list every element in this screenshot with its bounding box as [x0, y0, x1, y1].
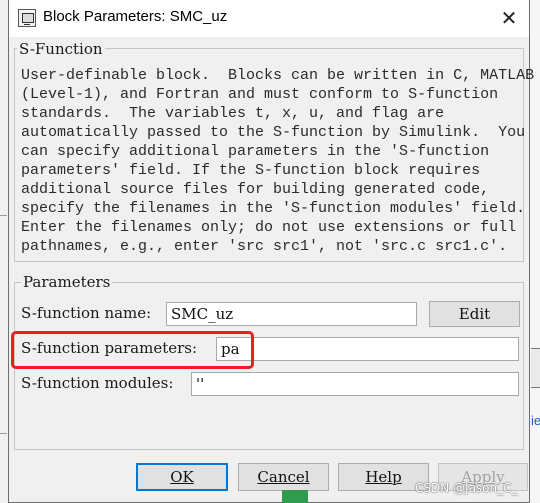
sfunction-modules-input[interactable]: '' [191, 372, 519, 396]
description-line: automatically passed to the S-function b… [21, 124, 526, 141]
ok-button[interactable]: OK [136, 463, 228, 491]
background-text: ie [531, 413, 540, 428]
description-line: additional source files for building gen… [21, 181, 490, 198]
background-divider [0, 433, 7, 434]
description-line: Enter the filenames only; do not use ext… [21, 219, 517, 236]
simulink-block-icon [18, 9, 36, 27]
description-line: (Level-1), and Fortran and must conform … [21, 86, 499, 103]
sfunction-description: User-definable block. Blocks can be writ… [21, 66, 534, 256]
red-highlight-box [11, 331, 254, 369]
description-line: standards. The variables t, x, u, and fl… [21, 105, 445, 122]
watermark: CSDN @Jason_C_ [415, 481, 518, 495]
window-title: Block Parameters: SMC_uz [43, 8, 228, 25]
background-panel [531, 348, 540, 388]
cancel-button-label: Cancel [257, 468, 310, 486]
close-button[interactable]: ✕ [496, 5, 522, 31]
background-taskbar-item [282, 490, 308, 503]
sfunction-parameters-input[interactable]: pa [216, 337, 519, 361]
description-line: User-definable block. Blocks can be writ… [21, 67, 535, 84]
parameters-group-title: Parameters [21, 273, 113, 291]
description-line: specify the filenames in the 'S-function… [21, 200, 526, 217]
edit-button[interactable]: Edit [429, 301, 520, 327]
help-button-label: Help [365, 468, 402, 486]
cancel-button[interactable]: Cancel [238, 463, 329, 491]
description-line: pathnames, e.g., enter 'src src1', not '… [21, 238, 508, 255]
ok-button-label: OK [170, 468, 194, 486]
sfunction-name-input[interactable]: SMC_uz [166, 302, 417, 326]
description-line: can specify additional parameters in the… [21, 143, 490, 160]
block-parameters-dialog: Block Parameters: SMC_uz ✕ S-Function Us… [8, 0, 534, 503]
sfunction-modules-label: S-function modules: [21, 374, 174, 392]
description-line: parameters' field. If the S-function blo… [21, 162, 481, 179]
sfunction-group-title: S-Function [17, 40, 105, 58]
background-divider [0, 215, 7, 216]
title-bar[interactable]: Block Parameters: SMC_uz ✕ [9, 0, 529, 37]
sfunction-name-label: S-function name: [21, 304, 152, 322]
